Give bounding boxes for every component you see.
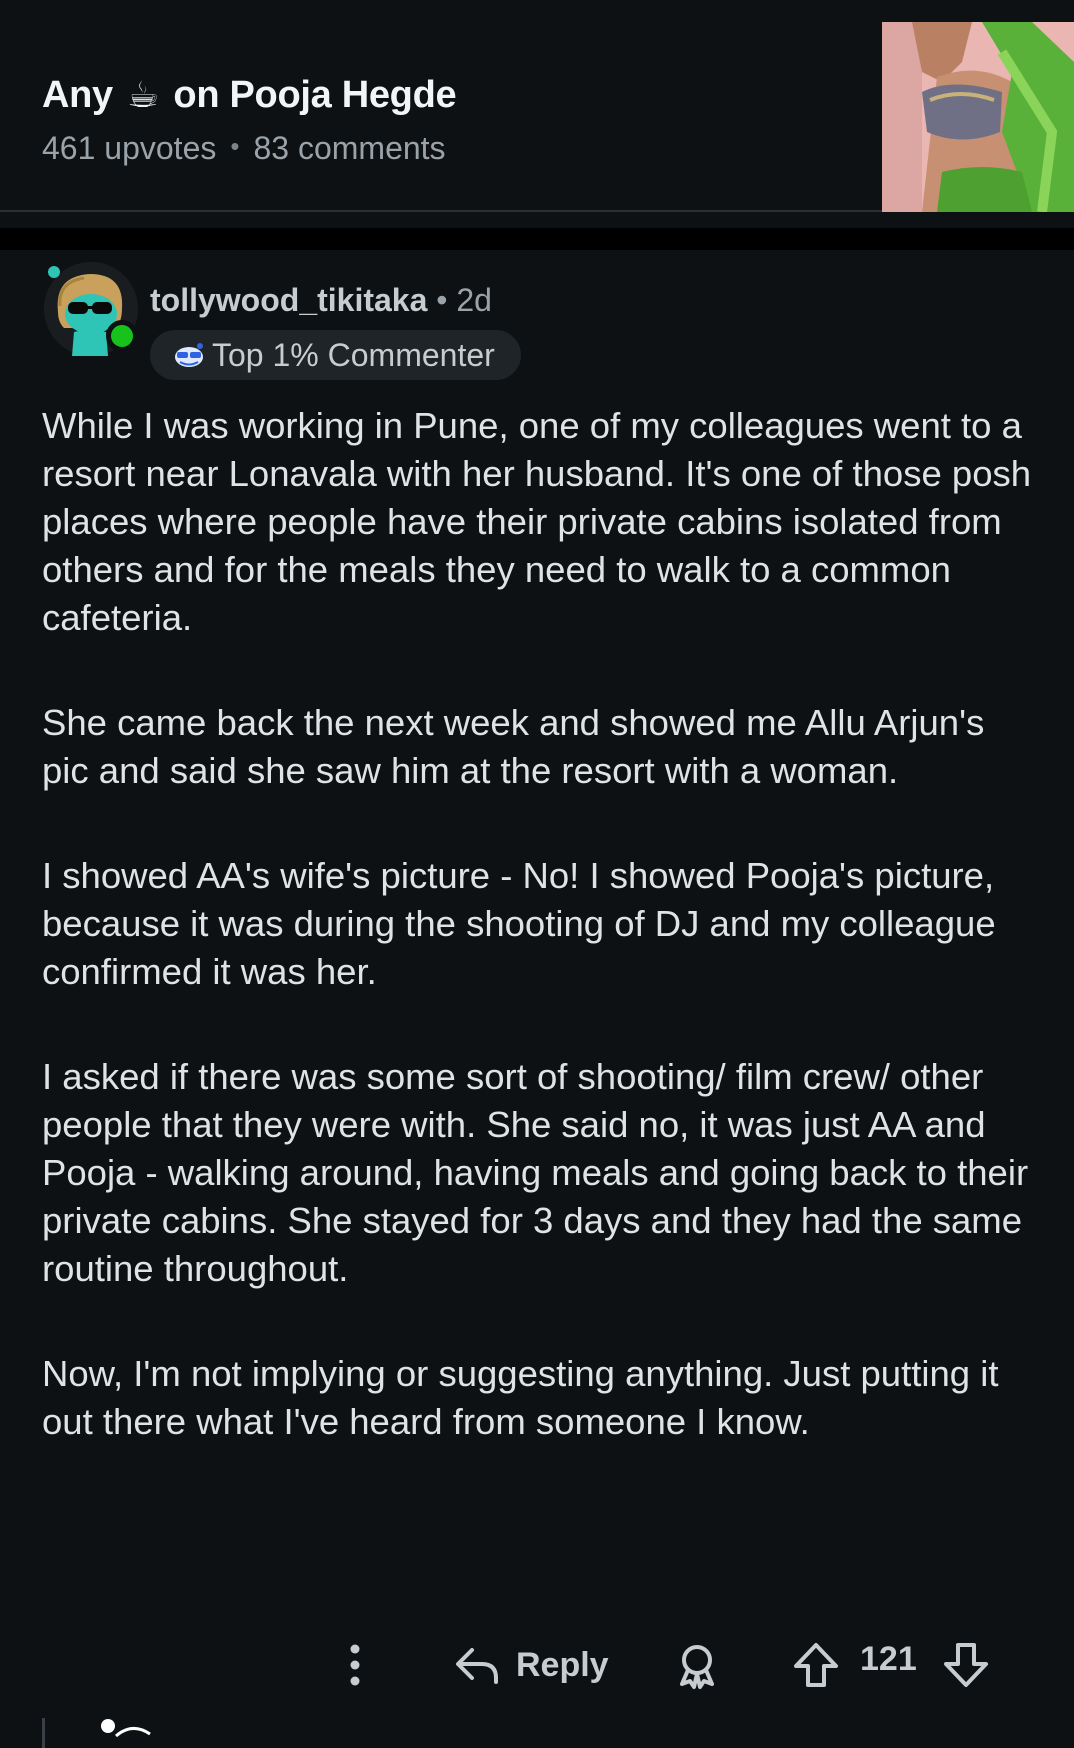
award-button[interactable] bbox=[672, 1640, 722, 1690]
comment-paragraph: While I was working in Pune, one of my c… bbox=[42, 405, 1032, 638]
comment-paragraph: She came back the next week and showed m… bbox=[42, 702, 985, 791]
reply-arrow-icon bbox=[456, 1648, 498, 1684]
upvote-arrow-icon bbox=[794, 1643, 838, 1687]
comment-actions: Reply 121 bbox=[0, 1630, 1074, 1710]
comment-body: While I was working in Pune, one of my c… bbox=[42, 402, 1032, 1503]
comment-paragraph: I showed AA's wife's picture - No! I sho… bbox=[42, 855, 996, 992]
child-avatar-icon bbox=[101, 1719, 151, 1738]
comment-age: • 2d bbox=[436, 282, 492, 318]
comment: tollywood_tikitaka • 2d Top 1% Commenter… bbox=[0, 250, 1074, 1748]
upvote-count: 461 upvotes bbox=[42, 130, 217, 166]
username[interactable]: tollywood_tikitaka bbox=[150, 282, 427, 318]
reply-button[interactable]: Reply bbox=[452, 1640, 609, 1690]
award-icon bbox=[680, 1645, 714, 1689]
avatar[interactable] bbox=[44, 262, 138, 356]
downvote-arrow-icon bbox=[944, 1643, 988, 1687]
online-status-dot bbox=[106, 320, 138, 352]
downvote-button[interactable] bbox=[942, 1640, 990, 1690]
coffee-cup-icon: ☕ bbox=[127, 74, 160, 115]
score-value: 121 bbox=[860, 1640, 917, 1678]
upvote-button[interactable] bbox=[792, 1640, 840, 1690]
thread-line[interactable] bbox=[42, 1718, 45, 1748]
reply-label: Reply bbox=[516, 1645, 609, 1684]
post-meta: 461 upvotes • 83 comments bbox=[42, 130, 446, 167]
flair-label: Top 1% Commenter bbox=[212, 336, 495, 373]
post-title-start: Any bbox=[42, 74, 113, 116]
section-separator bbox=[0, 228, 1074, 250]
user-flair: Top 1% Commenter bbox=[150, 330, 521, 380]
more-vertical-icon bbox=[350, 1644, 360, 1686]
comment-paragraph: Now, I'm not implying or suggesting anyt… bbox=[42, 1353, 999, 1442]
meta-separator-dot: • bbox=[230, 131, 240, 161]
post-thumbnail[interactable] bbox=[882, 22, 1074, 212]
comment-count: 83 comments bbox=[253, 130, 446, 166]
more-options-button[interactable] bbox=[340, 1640, 370, 1690]
comment-paragraph: I asked if there was some sort of shooti… bbox=[42, 1056, 1029, 1289]
comment-author[interactable]: tollywood_tikitaka • 2d bbox=[150, 282, 492, 319]
post-title-end: on Pooja Hegde bbox=[173, 74, 457, 116]
top-commenter-icon bbox=[175, 343, 203, 367]
post-header[interactable]: Any ☕ on Pooja Hegde 461 upvotes • 83 comm… bbox=[0, 0, 1074, 212]
vote-score: 121 bbox=[860, 1640, 917, 1679]
post-title[interactable]: Any ☕ on Pooja Hegde bbox=[42, 74, 457, 117]
